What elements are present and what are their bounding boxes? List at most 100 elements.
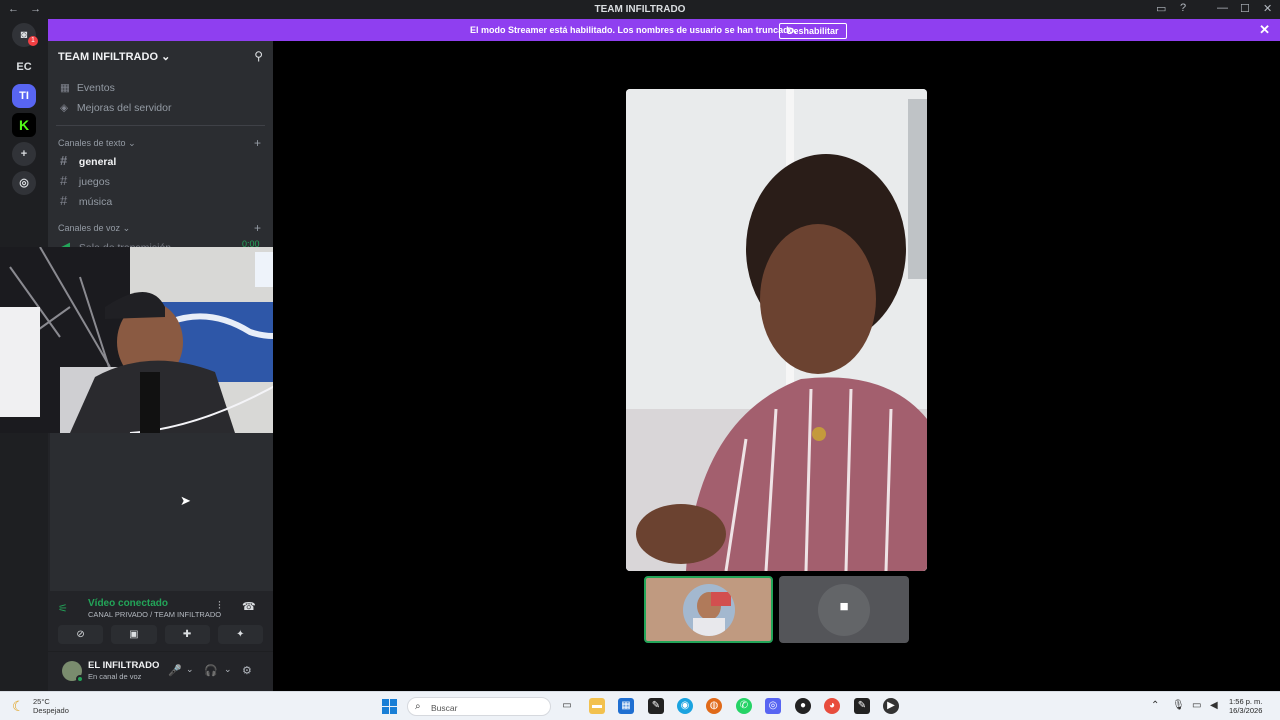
tray-speaker-icon[interactable]: ◀ (1210, 700, 1218, 711)
whatsapp-icon[interactable]: ✆ (736, 698, 752, 714)
focused-video-tile[interactable] (626, 89, 927, 571)
taskbar-clock[interactable]: 1:56 p. m. 16/3/2026 (1229, 697, 1262, 715)
calendar-icon: ▦ (60, 82, 70, 94)
headphones-icon[interactable]: 🎧 (204, 664, 218, 677)
windows-taskbar: ☾ 25°C Despejado ⌕ Buscar ▭ ▬ ▦ ✎ ◉ ◍ ✆ … (0, 691, 1280, 720)
file-explorer-icon[interactable]: ▬ (589, 698, 605, 714)
close-window-button[interactable]: ✕ (1263, 2, 1272, 15)
channel-musica[interactable]: # música (60, 193, 112, 208)
text-category-label: Canales de texto (58, 138, 126, 148)
screen-share-button[interactable]: ▣ (111, 625, 157, 644)
voice-action-buttons: ⊘ ▣ ✚ ✦ (58, 625, 263, 644)
divider (56, 125, 265, 126)
search-placeholder: Buscar (431, 703, 458, 713)
voice-category-label: Canales de voz (58, 223, 121, 233)
tray-mic-icon[interactable]: 🎙 (1172, 700, 1185, 711)
online-status-dot (76, 675, 84, 683)
channel-juegos[interactable]: # juegos (60, 173, 110, 188)
window-title: TEAM INFILTRADO (594, 4, 686, 15)
channel-general[interactable]: # general (60, 153, 116, 168)
server-ec[interactable]: EC (12, 55, 36, 79)
events-item[interactable]: ▦ Eventos (60, 82, 115, 94)
voice-channel-path[interactable]: CANAL PRIVADO / TEAM INFILTRADO (88, 610, 221, 619)
voice-status[interactable]: Vídeo conectado (88, 598, 168, 609)
text-channels-category[interactable]: Canales de texto ⌄ (58, 138, 136, 149)
mouse-cursor-icon: ➤ (180, 493, 191, 508)
server-ti[interactable]: TI (12, 84, 36, 108)
capcut-icon[interactable]: ✎ (648, 698, 664, 714)
discover-icon[interactable]: ◎ (12, 171, 36, 195)
avatar[interactable] (62, 661, 84, 683)
username[interactable]: EL INFILTRADO (88, 660, 159, 671)
signal-icon[interactable]: ⚟ (58, 602, 68, 615)
invite-user-icon[interactable]: ⚲ (254, 49, 263, 63)
camera-icon: ■ (839, 598, 849, 615)
obs-icon[interactable]: ● (795, 698, 811, 714)
capcut-icon-2[interactable]: ✎ (854, 698, 870, 714)
temperature: 25°C (33, 697, 50, 706)
weather-moon-icon[interactable]: ☾ (12, 698, 25, 715)
media-player-icon[interactable]: ▶ (883, 698, 899, 714)
channel-label: general (78, 156, 117, 168)
browser-icon[interactable]: ◍ (706, 698, 722, 714)
boosts-label: Mejoras del servidor (76, 102, 172, 114)
tray-chevron-up-icon[interactable]: ⌃ (1151, 700, 1159, 711)
events-label: Eventos (76, 82, 115, 94)
chevron-down-icon: ⌄ (128, 138, 136, 148)
notification-badge: 1 (28, 36, 38, 46)
window-titlebar: ← → TEAM INFILTRADO ▭ ? — ☐ ✕ (0, 0, 1280, 19)
disconnect-icon[interactable]: ☎ (242, 600, 256, 613)
weather-widget[interactable]: 25°C Despejado (33, 697, 69, 715)
participant-tile-active[interactable] (644, 576, 773, 643)
inbox-icon[interactable]: ▭ (1156, 2, 1166, 15)
soundboard-button[interactable]: ✦ (217, 625, 263, 644)
user-status: En canal de voz (88, 672, 142, 681)
store-icon[interactable]: ▦ (618, 698, 634, 714)
voice-connection-panel: ⚟ Vídeo conectado CANAL PRIVADO / TEAM I… (48, 591, 273, 652)
help-icon[interactable]: ? (1180, 2, 1186, 14)
clock-time: 1:56 p. m. (1229, 697, 1263, 706)
task-view-icon[interactable]: ▭ (559, 698, 575, 714)
edge-icon[interactable]: ◉ (677, 698, 693, 714)
streamer-mode-text: El modo Streamer está habilitado. Los no… (470, 25, 797, 35)
soundboard-icon[interactable]: ⫶ (218, 600, 221, 613)
hash-icon: # (60, 193, 68, 208)
video-feed-image (626, 89, 927, 571)
chrome-icon[interactable]: ◕ (824, 698, 840, 714)
server-kick-icon[interactable]: K (12, 113, 36, 137)
taskbar-search-input[interactable]: ⌕ Buscar (407, 697, 551, 716)
clock-date: 16/3/2026 (1229, 706, 1263, 715)
minimize-button[interactable]: — (1217, 2, 1228, 14)
maximize-button[interactable]: ☐ (1240, 2, 1250, 15)
participant-avatar (682, 583, 735, 636)
chevron-down-icon[interactable]: ⌄ (224, 664, 232, 675)
add-voice-channel-icon[interactable]: + (254, 221, 261, 235)
server-name-header[interactable]: TEAM INFILTRADO ⌄ (58, 50, 170, 63)
add-text-channel-icon[interactable]: + (254, 136, 261, 150)
server-name: TEAM INFILTRADO (58, 51, 159, 63)
discord-icon[interactable]: ◎ (765, 698, 781, 714)
chevron-down-icon: ⌄ (161, 51, 171, 63)
streamer-mode-banner: El modo Streamer está habilitado. Los no… (48, 19, 1280, 41)
server-boosts-item[interactable]: ◈ Mejoras del servidor (60, 102, 171, 114)
activities-button[interactable]: ✚ (164, 625, 210, 644)
add-server-icon[interactable]: + (12, 142, 36, 166)
channel-label: música (78, 196, 113, 208)
search-icon: ⌕ (415, 701, 421, 712)
mic-icon[interactable]: 🎤 (168, 664, 182, 677)
boost-icon: ◈ (60, 102, 69, 114)
weather-condition: Despejado (33, 706, 69, 715)
disable-streamer-button[interactable]: Deshabilitar (779, 23, 847, 39)
close-banner-icon[interactable]: ✕ (1259, 22, 1270, 38)
settings-gear-icon[interactable]: ⚙ (242, 664, 252, 677)
start-windows-icon[interactable] (382, 699, 397, 714)
channel-label: juegos (78, 176, 110, 188)
chevron-down-icon[interactable]: ⌄ (186, 664, 194, 675)
participant-tile-camera-off[interactable]: ■ (779, 576, 909, 643)
user-panel: EL INFILTRADO En canal de voz 🎤 ⌄ 🎧 ⌄ ⚙ (48, 652, 273, 691)
voice-channels-category[interactable]: Canales de voz ⌄ (58, 223, 130, 234)
camera-off-button[interactable]: ⊘ (58, 625, 104, 644)
hash-icon: # (60, 153, 68, 168)
tray-display-icon[interactable]: ▭ (1192, 700, 1201, 711)
chevron-down-icon: ⌄ (122, 223, 131, 233)
